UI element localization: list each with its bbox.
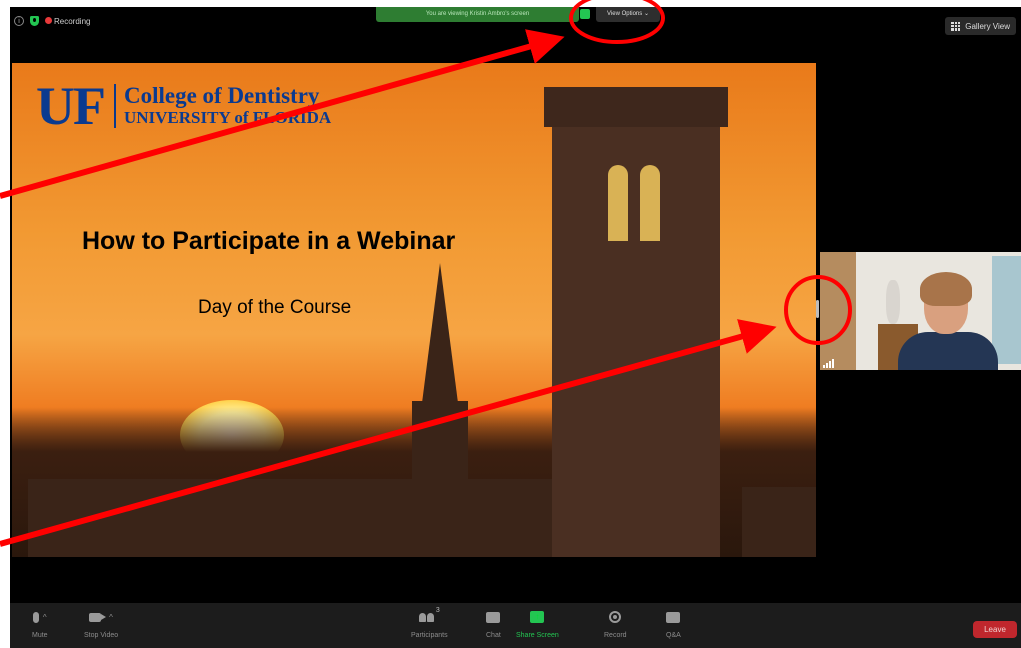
chat-button[interactable]: Chat — [486, 607, 501, 639]
slide-subtitle: Day of the Course — [198, 297, 352, 318]
chevron-up-icon[interactable]: ^ — [43, 613, 47, 622]
participants-icon — [418, 612, 434, 622]
participants-label: Participants — [411, 632, 448, 639]
record-label: Record — [604, 632, 627, 639]
gallery-view-button[interactable]: Gallery View — [945, 17, 1016, 35]
share-screen-label: Share Screen — [516, 632, 559, 639]
university-name: UNIVERSITY of FLORIDA — [123, 108, 332, 127]
info-icon[interactable]: i — [14, 16, 24, 26]
logo-divider — [113, 84, 116, 128]
share-screen-icon: ↑ — [530, 611, 545, 623]
screen-share-banner: You are viewing Kristin Ambro's screen — [376, 7, 579, 22]
participants-button[interactable]: 3 Participants — [411, 607, 448, 639]
record-icon — [609, 611, 622, 623]
rooftops-image — [28, 479, 584, 557]
share-screen-button[interactable]: ↑ Share Screen — [516, 607, 559, 639]
qa-button[interactable]: Q&A — [666, 607, 681, 639]
mute-label: Mute — [32, 632, 48, 639]
college-name: College of Dentistry — [123, 83, 320, 108]
view-options-button[interactable]: View Options ⌄ — [596, 7, 660, 22]
panel-resize-handle[interactable] — [816, 300, 819, 318]
record-button[interactable]: Record — [604, 607, 627, 639]
gallery-view-label: Gallery View — [965, 21, 1010, 31]
leave-button[interactable]: Leave — [973, 621, 1017, 638]
chat-label: Chat — [486, 632, 501, 639]
shared-screen-slide: UF College of Dentistry UNIVERSITY of FL… — [12, 63, 816, 557]
recording-indicator: Recording — [45, 16, 91, 26]
tower-window-image — [608, 165, 628, 241]
zoom-meeting-window: i Recording You are viewing Kristin Ambr… — [10, 7, 1021, 648]
mute-button[interactable]: ^ Mute — [32, 607, 48, 639]
spire-image — [422, 263, 458, 403]
slide-title: How to Participate in a Webinar — [82, 227, 456, 255]
meeting-toolbar: ^ Mute ^ Stop Video 3 Participants Chat … — [10, 603, 1021, 648]
rooftops-right-image — [742, 487, 816, 557]
chat-icon — [486, 611, 501, 623]
recording-dot-icon — [45, 16, 52, 24]
tower-top-image — [544, 87, 728, 127]
grid-icon — [951, 21, 961, 31]
uf-logo: UF College of Dentistry UNIVERSITY of FL… — [36, 76, 332, 136]
century-tower-image — [552, 87, 720, 557]
uf-logo-letters: UF — [36, 76, 106, 136]
microphone-icon — [32, 611, 39, 623]
video-camera-icon — [89, 612, 107, 622]
recording-label: Recording — [54, 16, 91, 26]
participant-video-thumbnail[interactable] — [820, 252, 1021, 370]
stop-video-label: Stop Video — [84, 632, 119, 639]
stop-video-button[interactable]: ^ Stop Video — [84, 607, 118, 639]
status-indicators: i Recording — [14, 13, 90, 29]
signal-strength-icon — [823, 359, 834, 368]
shield-icon[interactable] — [30, 16, 39, 26]
chevron-up-icon[interactable]: ^ — [109, 613, 113, 622]
screen-share-icon — [580, 9, 590, 19]
qa-icon — [666, 611, 681, 623]
qa-label: Q&A — [666, 632, 681, 639]
tower-window-image — [640, 165, 660, 241]
participants-count: 3 — [435, 607, 440, 614]
